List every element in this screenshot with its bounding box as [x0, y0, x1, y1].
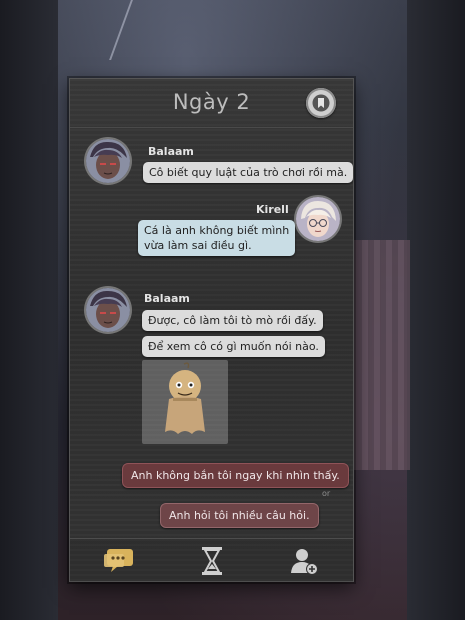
background-right-wall: [407, 0, 465, 620]
choice-separator: or: [322, 489, 331, 498]
background-shed: [350, 240, 410, 470]
chat-bubbles-icon: [104, 549, 133, 572]
balaam-portrait: [86, 288, 130, 332]
tab-timeline[interactable]: [194, 545, 230, 577]
balaam-portrait: [86, 139, 130, 183]
hourglass-icon: [202, 547, 222, 575]
avatar-balaam[interactable]: [86, 288, 130, 332]
message-bubble: Được, cô làm tôi tò mò rồi đấy.: [142, 310, 323, 331]
message-line: Cá là anh không biết mình: [144, 224, 290, 237]
avatar-balaam[interactable]: [86, 139, 130, 183]
message-bubble: Để xem cô có gì muốn nói nào.: [142, 336, 325, 357]
kirell-portrait: [296, 197, 340, 241]
chat-header: Ngày 2: [70, 79, 353, 128]
tab-chat[interactable]: [102, 545, 138, 577]
tab-add-contact[interactable]: [286, 545, 322, 577]
add-user-icon: [291, 549, 318, 575]
bookmark-button[interactable]: [306, 88, 336, 118]
background-left-wall: [0, 0, 58, 620]
sender-name: Balaam: [148, 145, 194, 158]
message-bubble: Cá là anh không biết mình vừa làm sai đi…: [138, 220, 296, 256]
message-line: vừa làm sai điều gì.: [144, 239, 252, 252]
teru-teru-bozu-sticker: [142, 360, 228, 444]
sender-name: Kirell: [256, 203, 289, 216]
choice-option-2[interactable]: Anh hỏi tôi nhiều câu hỏi.: [160, 503, 319, 528]
chat-panel: Ngày 2 Balaam Cô biết quy luật của trò c…: [69, 78, 354, 582]
avatar-kirell[interactable]: [296, 197, 340, 241]
choice-option-1[interactable]: Anh không bắn tôi ngay khi nhìn thấy.: [122, 463, 349, 488]
bookmark-icon: [312, 94, 330, 112]
message-bubble: Cô biết quy luật của trò chơi rồi mà.: [143, 162, 354, 183]
bottom-tab-bar: [70, 538, 353, 582]
sender-name: Balaam: [144, 292, 190, 305]
